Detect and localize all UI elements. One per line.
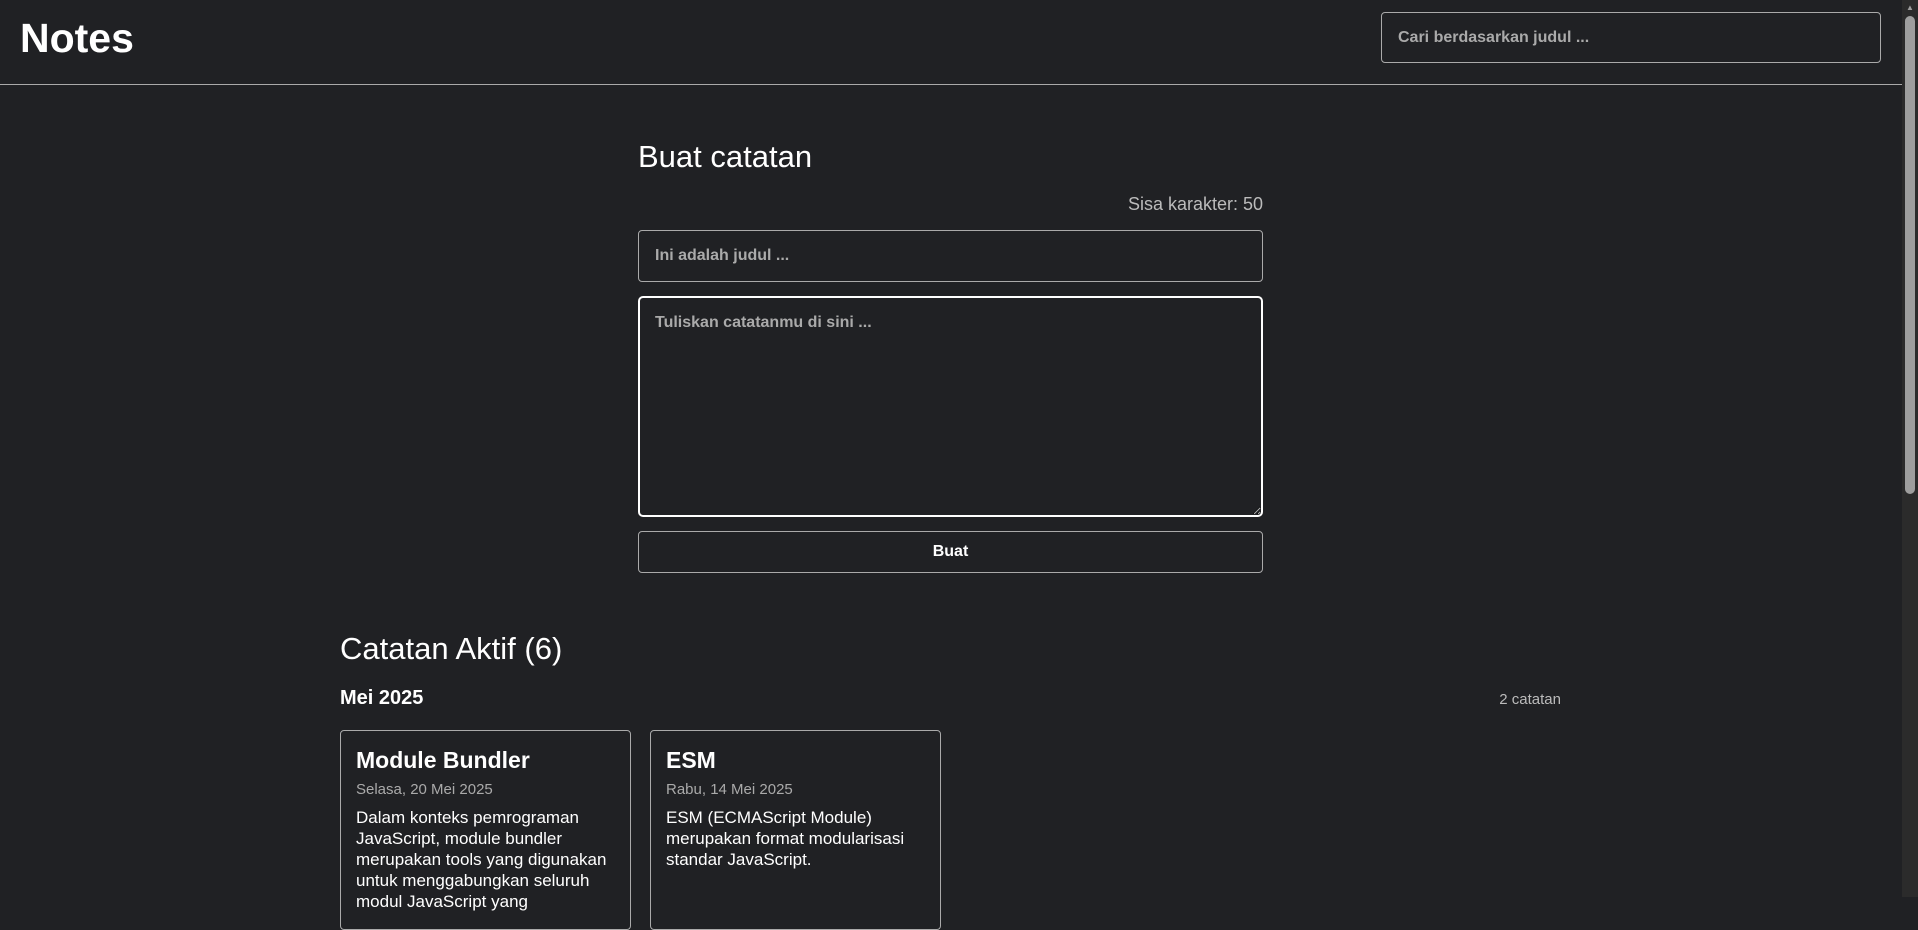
app-header: Notes (0, 0, 1902, 85)
form-title: Buat catatan (638, 139, 813, 174)
note-body: ESM (ECMAScript Module) merupakan format… (666, 808, 905, 869)
note-body: Dalam konteks pemrograman JavaScript, mo… (356, 808, 607, 911)
char-counter: Sisa karakter: 50 (1127, 194, 1263, 214)
scrollbar-thumb[interactable] (1905, 16, 1915, 494)
note-date: Selasa, 20 Mei 2025 (356, 781, 493, 798)
active-notes-title: Catatan Aktif (6) (340, 631, 563, 666)
scroll-up-arrow-icon[interactable]: ▲ (1902, 0, 1918, 16)
note-card[interactable]: Module Bundler Selasa, 20 Mei 2025 Dalam… (340, 730, 631, 930)
app-title: Notes (20, 15, 134, 61)
note-body-input[interactable] (638, 296, 1263, 517)
create-note-button[interactable]: Buat (638, 531, 1263, 573)
vertical-scrollbar[interactable]: ▲ (1902, 0, 1918, 897)
note-title: Module Bundler (356, 747, 530, 773)
note-date: Rabu, 14 Mei 2025 (666, 781, 793, 798)
month-group-label: Mei 2025 (340, 687, 424, 709)
search-input[interactable] (1381, 12, 1881, 63)
note-card[interactable]: ESM Rabu, 14 Mei 2025 ESM (ECMAScript Mo… (650, 730, 941, 930)
note-title-input[interactable] (638, 230, 1263, 282)
month-group-count: 2 catatan (1499, 691, 1561, 708)
note-title: ESM (666, 747, 716, 773)
